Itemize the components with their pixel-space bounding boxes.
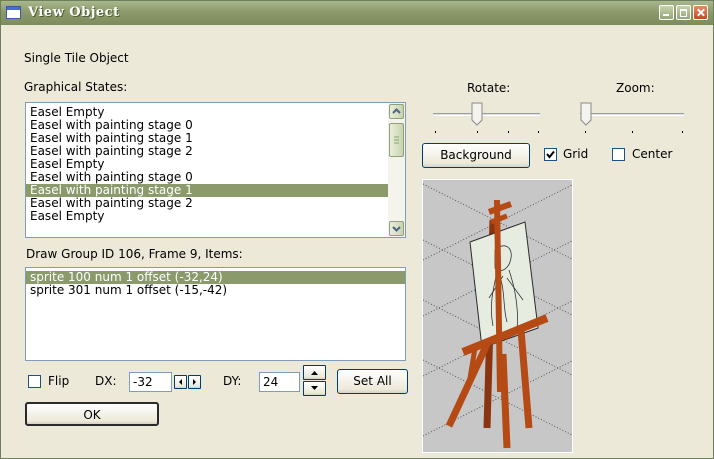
graphical-states-list[interactable]: Easel Empty Easel with painting stage 0 Ea… — [25, 102, 406, 238]
scroll-up-icon[interactable] — [389, 104, 404, 119]
object-type-label: Single Tile Object — [24, 51, 129, 65]
minimize-icon[interactable] — [659, 5, 674, 20]
dy-field[interactable]: 24 — [259, 372, 300, 392]
zoom-slider[interactable] — [576, 98, 688, 136]
draw-group-label: Draw Group ID 106, Frame 9, Items: — [26, 247, 243, 261]
graphical-states-label: Graphical States: — [24, 80, 128, 94]
ok-button[interactable]: OK — [25, 402, 159, 426]
title-bar[interactable]: View Object — [1, 1, 713, 25]
window-icon — [6, 6, 21, 19]
center-checkbox[interactable] — [612, 148, 625, 161]
easel-sprite-image — [423, 183, 572, 449]
draw-item-list-item[interactable]: sprite 301 num 1 offset (-15,-42) — [26, 284, 405, 297]
dx-decrement-button[interactable] — [174, 375, 187, 389]
states-scrollbar[interactable] — [388, 103, 405, 237]
draw-group-items-list[interactable]: sprite 100 num 1 offset (-32,24) sprite 3… — [25, 267, 406, 361]
center-label: Center — [632, 147, 673, 161]
scroll-thumb[interactable] — [389, 123, 404, 157]
rotate-slider-thumb[interactable] — [471, 102, 483, 126]
zoom-label: Zoom: — [616, 81, 655, 95]
flip-checkbox[interactable] — [28, 375, 41, 388]
close-icon[interactable] — [693, 5, 708, 20]
grid-label: Grid — [563, 147, 589, 161]
grid-checkbox[interactable] — [544, 148, 557, 161]
dx-increment-button[interactable] — [188, 375, 201, 389]
view-object-window: View Object Single Tile Object Graphical… — [0, 0, 714, 459]
rotate-label: Rotate: — [467, 81, 511, 95]
rotate-slider[interactable] — [429, 98, 544, 136]
background-button[interactable]: Background — [422, 143, 530, 168]
maximize-icon[interactable] — [676, 5, 691, 20]
zoom-slider-thumb[interactable] — [580, 102, 592, 126]
dx-label: DX: — [95, 374, 117, 388]
dy-down-button[interactable] — [303, 381, 326, 396]
window-title: View Object — [28, 5, 120, 20]
set-all-button[interactable]: Set All — [337, 369, 408, 394]
dx-field[interactable]: -32 — [129, 372, 172, 392]
dy-label: DY: — [223, 374, 242, 388]
state-list-item[interactable]: Easel Empty — [26, 210, 388, 223]
dy-up-button[interactable] — [303, 365, 326, 380]
checkmark-icon — [546, 150, 555, 159]
flip-label: Flip — [48, 374, 70, 388]
object-preview — [422, 179, 573, 453]
scroll-down-icon[interactable] — [389, 221, 404, 236]
